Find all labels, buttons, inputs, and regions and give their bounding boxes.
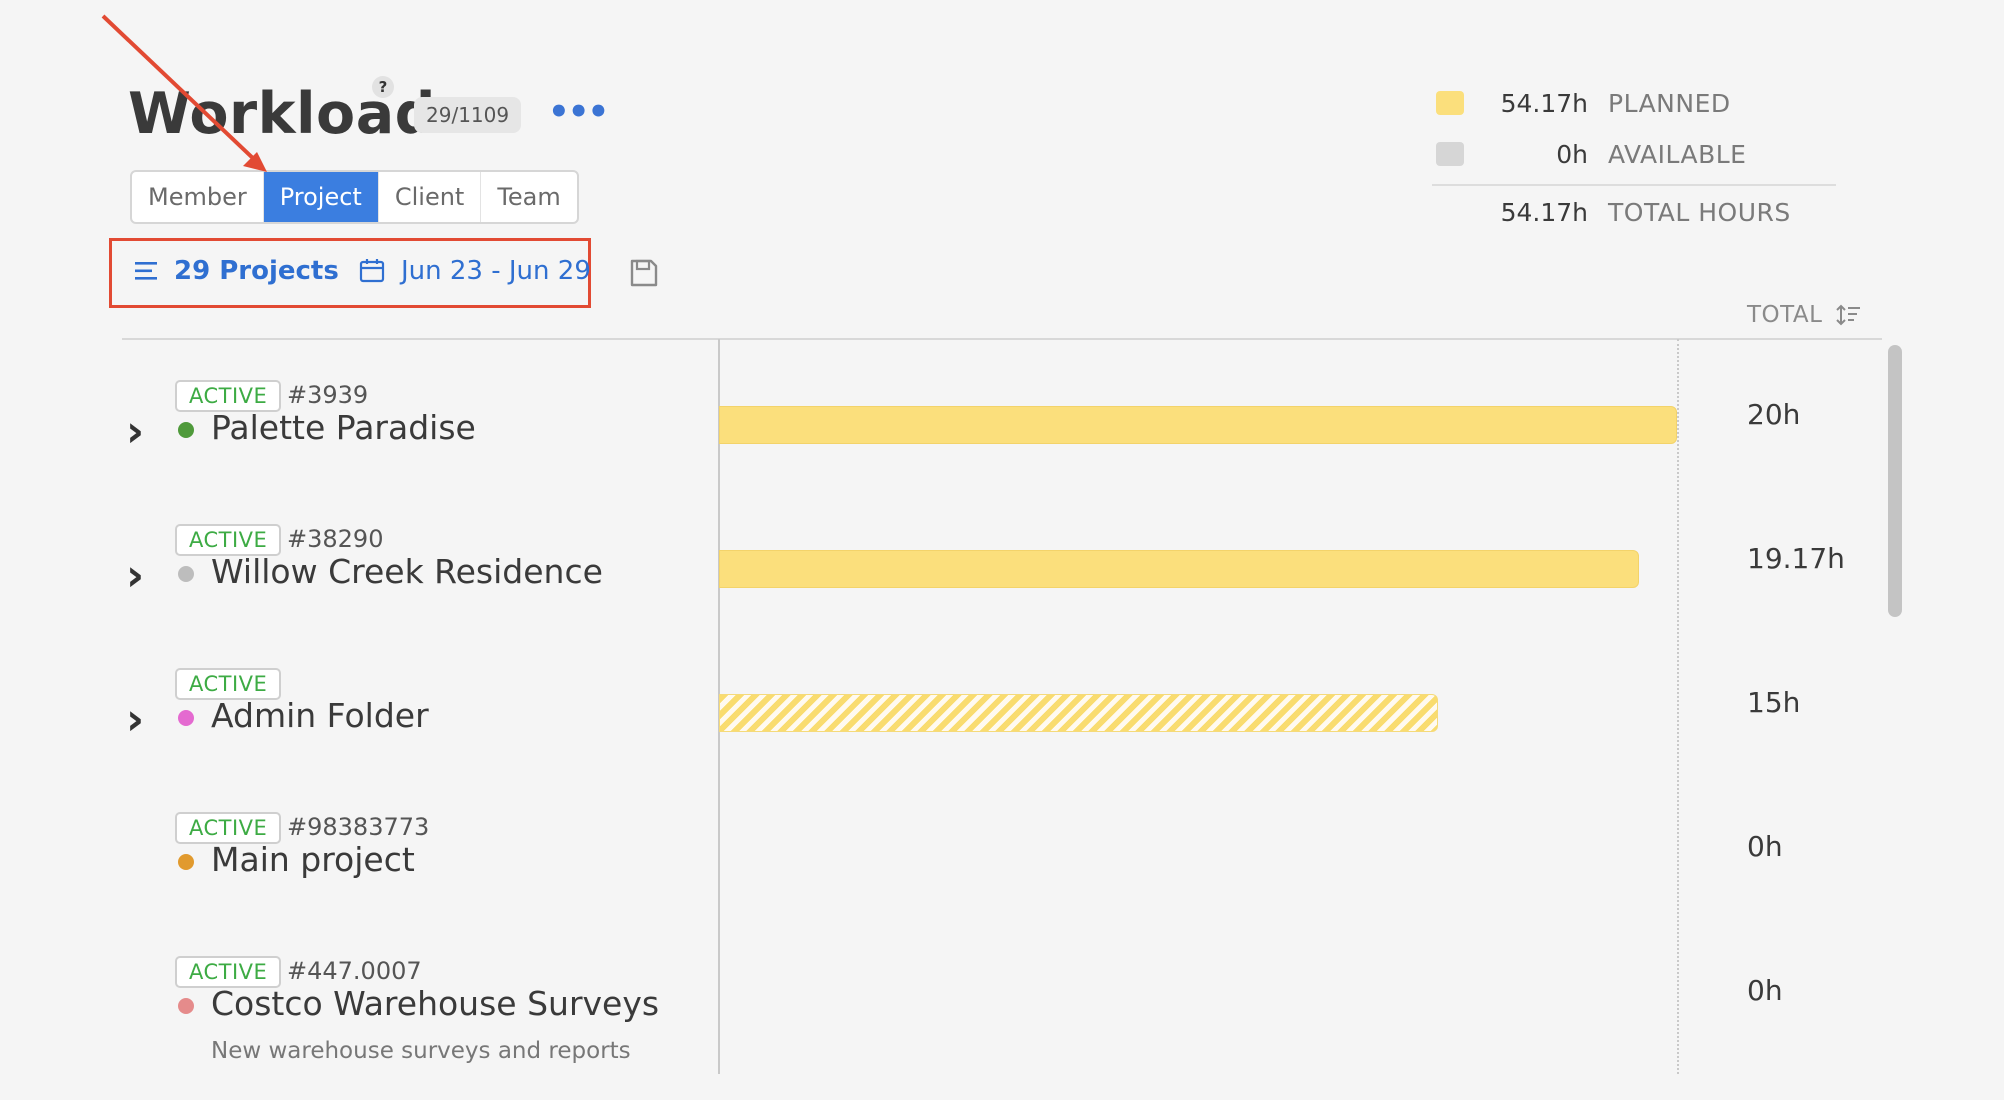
total-hours-cell: 0h [1747, 830, 1783, 863]
planned-value: 54.17h [1500, 88, 1588, 118]
project-name[interactable]: Main project [211, 840, 415, 879]
available-value: 0h [1556, 139, 1588, 169]
project-name[interactable]: Admin Folder [211, 696, 429, 735]
more-options-button[interactable]: ••• [548, 95, 609, 130]
list-icon [135, 262, 157, 280]
total-column-header[interactable]: TOTAL [1747, 302, 1862, 328]
chevron-right-icon[interactable]: › [126, 698, 144, 742]
total-hours-label: TOTAL HOURS [1608, 197, 1791, 227]
tab-team[interactable]: Team [481, 172, 576, 222]
project-row[interactable]: ACTIVE #447.0007 Costco Warehouse Surveys N… [0, 956, 1880, 1100]
project-name[interactable]: Costco Warehouse Surveys [211, 984, 659, 1023]
project-id: #3939 [287, 381, 369, 409]
total-header-label: TOTAL [1747, 302, 1823, 328]
chevron-right-icon[interactable]: › [126, 554, 144, 598]
save-icon[interactable] [629, 258, 659, 292]
projects-filter-button[interactable]: 29 Projects [134, 256, 339, 286]
project-name[interactable]: Willow Creek Residence [211, 552, 603, 591]
calendar-icon [359, 259, 385, 283]
project-name[interactable]: Palette Paradise [211, 408, 476, 447]
project-color-dot [178, 710, 194, 726]
help-icon[interactable]: ? [372, 76, 394, 98]
scrollbar-thumb[interactable] [1888, 345, 1902, 617]
project-color-dot [178, 566, 194, 582]
planned-hours-bar[interactable] [719, 406, 1677, 444]
planned-swatch [1436, 91, 1464, 115]
date-range-label: Jun 23 - Jun 29 [401, 256, 591, 286]
date-range-picker[interactable]: Jun 23 - Jun 29 [359, 256, 591, 286]
project-id: #38290 [287, 525, 384, 553]
project-color-dot [178, 422, 194, 438]
total-hours-cell: 20h [1747, 398, 1801, 431]
tab-client[interactable]: Client [379, 172, 482, 222]
project-count-badge: 29/1109 [414, 97, 522, 133]
legend-available: 0h AVAILABLE [1436, 136, 1836, 172]
total-hours-cell: 0h [1747, 974, 1783, 1007]
sort-icon [1836, 304, 1861, 326]
project-row[interactable]: › ACTIVE #3939 Palette Paradise 20h [0, 380, 1880, 524]
project-color-dot [178, 998, 194, 1014]
annotation-arrow-icon [101, 14, 267, 172]
legend-total: 54.17h TOTAL HOURS [1436, 194, 1836, 230]
planned-hours-bar[interactable] [719, 694, 1438, 732]
legend-planned: 54.17h PLANNED [1436, 85, 1836, 121]
total-hours-cell: 15h [1747, 686, 1801, 719]
available-label: AVAILABLE [1608, 139, 1747, 169]
projects-filter-label: 29 Projects [174, 256, 339, 286]
total-hours-value: 54.17h [1500, 197, 1588, 227]
project-description: New warehouse surveys and reports [211, 1038, 631, 1064]
project-id: #98383773 [287, 813, 430, 841]
available-swatch [1436, 142, 1464, 166]
project-row[interactable]: ACTIVE #98383773 Main project 0h [0, 812, 1880, 956]
project-id: #447.0007 [287, 957, 422, 985]
table-top-border [122, 338, 1882, 340]
planned-hours-bar[interactable] [719, 550, 1639, 588]
total-hours-cell: 19.17h [1747, 542, 1845, 575]
project-row[interactable]: › ACTIVE Admin Folder 15h [0, 668, 1880, 812]
project-color-dot [178, 854, 194, 870]
project-row[interactable]: › ACTIVE #38290 Willow Creek Residence 19.17… [0, 524, 1880, 668]
legend-divider [1432, 184, 1836, 186]
planned-label: PLANNED [1608, 88, 1731, 118]
chevron-right-icon[interactable]: › [126, 410, 144, 454]
